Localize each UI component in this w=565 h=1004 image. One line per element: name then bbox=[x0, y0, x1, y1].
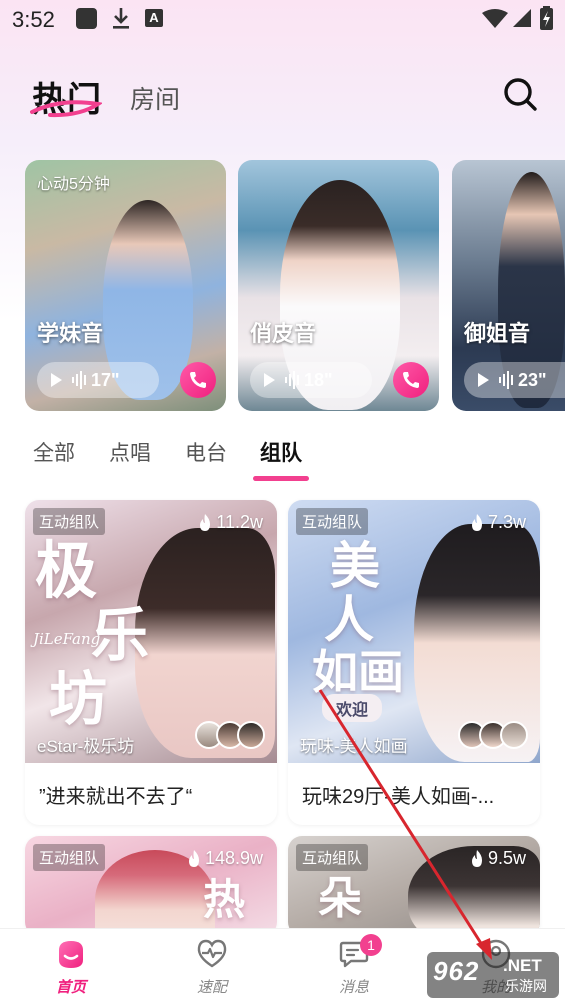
tab-all[interactable]: 全部 bbox=[33, 437, 75, 467]
room-heat: 148.9w bbox=[187, 848, 263, 869]
wifi-icon bbox=[482, 9, 508, 28]
room-title: 玩味29厅-美人如画-... bbox=[302, 786, 495, 808]
cover-title-char: 热 bbox=[203, 875, 246, 924]
room-badge: 互动组队 bbox=[33, 844, 106, 871]
waveform-icon bbox=[499, 371, 513, 389]
play-icon bbox=[478, 373, 489, 387]
room-card[interactable]: 美 人 如画 欢迎 互动组队 7.3w 玩味-美人如画 玩味29厅-美人如画-.… bbox=[288, 500, 540, 825]
tab-team-indicator bbox=[253, 476, 309, 481]
play-icon bbox=[264, 373, 275, 387]
tab-sing[interactable]: 点唱 bbox=[109, 437, 151, 467]
room-card[interactable]: 热 互动组队 148.9w bbox=[25, 836, 277, 936]
phone-icon bbox=[190, 372, 206, 388]
play-icon bbox=[51, 373, 62, 387]
watermark-logo: 962 bbox=[433, 956, 480, 986]
home-icon bbox=[59, 941, 83, 968]
room-heat: 7.3w bbox=[470, 512, 526, 533]
avatar bbox=[237, 721, 265, 749]
cover-subtitle: 欢迎 bbox=[322, 694, 383, 722]
voice-card[interactable]: 心动5分钟 学妹音 17" bbox=[25, 160, 226, 411]
app-notification-icon bbox=[76, 8, 97, 29]
waveform-icon bbox=[285, 371, 299, 389]
room-heat-value: 148.9w bbox=[204, 848, 263, 868]
cover-subtitle: JiLeFang bbox=[33, 630, 101, 648]
room-badge: 互动组队 bbox=[296, 508, 369, 535]
keyboard-notification-icon: A bbox=[145, 9, 163, 27]
voice-card-name: 御姐音 bbox=[464, 321, 531, 346]
flame-icon bbox=[188, 850, 199, 867]
phone-icon bbox=[403, 372, 419, 388]
watermark-net: .NET bbox=[503, 956, 542, 975]
voice-duration: 18" bbox=[304, 369, 333, 390]
voice-duration: 17" bbox=[91, 369, 120, 390]
battery-icon bbox=[540, 6, 553, 30]
room-heat: 9.5w bbox=[470, 848, 526, 869]
room-overlay-name: eStar-极乐坊 bbox=[37, 737, 135, 756]
watermark: 962 .NET 乐游网 bbox=[427, 952, 559, 998]
room-heat-value: 11.2w bbox=[216, 512, 263, 532]
room-avatars bbox=[458, 721, 528, 749]
status-time: 3:52 bbox=[12, 7, 55, 32]
room-card[interactable]: 朵 互动组队 9.5w bbox=[288, 836, 540, 936]
nav-match-label: 速配 bbox=[196, 979, 227, 996]
search-icon[interactable] bbox=[502, 76, 538, 112]
tab-hot-underline bbox=[30, 100, 102, 118]
nav-match[interactable]: 速配 bbox=[167, 929, 257, 1004]
voice-card[interactable]: 俏皮音 18" bbox=[238, 160, 439, 411]
voice-card-name: 俏皮音 bbox=[250, 321, 317, 346]
cover-title-char: 如画 bbox=[312, 645, 404, 699]
room-card[interactable]: 极 乐 坊 JiLeFang 互动组队 11.2w eStar-极乐坊 ”进来就… bbox=[25, 500, 277, 825]
flame-icon bbox=[200, 514, 211, 531]
tab-radio[interactable]: 电台 bbox=[185, 437, 227, 467]
tab-team[interactable]: 组队 bbox=[260, 437, 302, 467]
waveform-icon bbox=[72, 371, 86, 389]
room-badge: 互动组队 bbox=[296, 844, 369, 871]
phone-call-button[interactable] bbox=[393, 362, 429, 398]
download-icon bbox=[113, 8, 129, 29]
room-heat-value: 7.3w bbox=[487, 512, 526, 532]
tab-room[interactable]: 房间 bbox=[130, 80, 180, 116]
voice-play-pill[interactable]: 17" bbox=[37, 362, 159, 398]
avatar bbox=[500, 721, 528, 749]
room-overlay-name: 玩味-美人如画 bbox=[300, 737, 408, 756]
room-heat: 11.2w bbox=[198, 512, 263, 533]
signal-icon bbox=[513, 9, 531, 27]
messages-badge: 1 bbox=[360, 934, 382, 956]
watermark-sub: 乐游网 bbox=[505, 978, 547, 994]
cover-title-char: 坊 bbox=[49, 665, 108, 733]
cover-title-char: 朵 bbox=[318, 873, 362, 924]
room-heat-value: 9.5w bbox=[487, 848, 526, 868]
flame-icon bbox=[471, 514, 482, 531]
nav-messages[interactable]: 1 消息 bbox=[309, 929, 399, 1004]
room-badge: 互动组队 bbox=[33, 508, 106, 535]
voice-card[interactable]: 御姐音 23" bbox=[452, 160, 565, 411]
nav-messages-label: 消息 bbox=[338, 979, 369, 996]
voice-play-pill[interactable]: 23" bbox=[464, 362, 565, 398]
voice-card-tag: 心动5分钟 bbox=[37, 176, 110, 193]
heart-pulse-icon bbox=[197, 939, 227, 968]
phone-call-button[interactable] bbox=[180, 362, 216, 398]
voice-card-name: 学妹音 bbox=[37, 321, 104, 346]
room-title: ”进来就出不去了“ bbox=[39, 786, 193, 808]
room-avatars bbox=[195, 721, 265, 749]
nav-home[interactable]: 首页 bbox=[26, 929, 116, 1004]
voice-duration: 23" bbox=[518, 369, 547, 390]
voice-play-pill[interactable]: 18" bbox=[250, 362, 372, 398]
flame-icon bbox=[471, 850, 482, 867]
nav-home-label: 首页 bbox=[55, 979, 86, 996]
status-bar: 3:52 A bbox=[0, 0, 565, 40]
